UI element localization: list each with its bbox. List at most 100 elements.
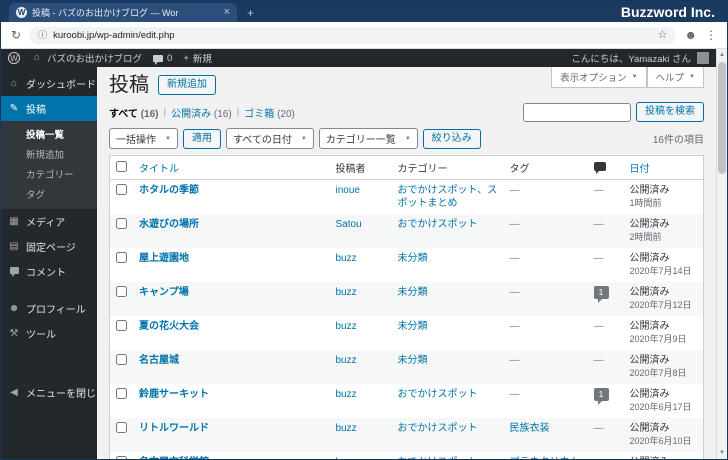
select-all-checkbox[interactable] bbox=[116, 160, 127, 172]
post-date: 2020年7月8日 bbox=[629, 368, 687, 378]
row-checkbox[interactable] bbox=[116, 320, 127, 331]
screen-options-button[interactable]: 表示オプション ▼ bbox=[551, 67, 647, 88]
author-link[interactable]: buzz bbox=[336, 321, 357, 332]
sidebar-item-profile[interactable]: ☻ プロフィール bbox=[1, 296, 97, 321]
post-title-link[interactable]: リトルワールド bbox=[139, 423, 209, 434]
apply-button[interactable]: 適用 bbox=[182, 128, 221, 149]
adminbar-comments-link[interactable]: 0 bbox=[153, 53, 172, 65]
author-link[interactable]: buzz bbox=[336, 389, 357, 400]
submenu-add-new[interactable]: 新規追加 bbox=[1, 144, 97, 164]
site-info-icon[interactable]: ⓘ bbox=[38, 30, 47, 40]
author-link[interactable]: buzz bbox=[336, 355, 357, 366]
view-all-link[interactable]: すべて (16) bbox=[109, 105, 158, 120]
address-bar[interactable]: ⓘ kuroobi.jp/wp-admin/edit.php ☆ bbox=[29, 26, 677, 44]
post-title-link[interactable]: 夏の花火大会 bbox=[139, 321, 199, 332]
post-title-link[interactable]: ホタルの季節 bbox=[139, 185, 199, 196]
submenu-all-posts[interactable]: 投稿一覧 bbox=[1, 124, 97, 144]
scrollbar-thumb[interactable] bbox=[718, 62, 726, 174]
browser-tab[interactable]: W 投稿 - バズのお出かけブログ — Wor × bbox=[9, 3, 237, 22]
category-link[interactable]: 未分類 bbox=[398, 355, 428, 366]
post-title-link[interactable]: 名古屋城 bbox=[139, 355, 179, 366]
date-filter-select[interactable]: すべての日付 ▼ bbox=[225, 128, 314, 149]
category-link[interactable]: おでかけスポット、スポットまとめ bbox=[398, 185, 498, 209]
sort-date-header[interactable]: 日付 bbox=[630, 164, 650, 175]
submenu-tags[interactable]: タグ bbox=[1, 184, 97, 204]
view-published-link[interactable]: 公開済み (16) bbox=[171, 105, 232, 120]
post-title-link[interactable]: 水遊びの場所 bbox=[139, 219, 199, 230]
category-link[interactable]: 未分類 bbox=[398, 287, 428, 298]
tag-link[interactable]: プラネタリウム bbox=[510, 457, 580, 459]
posts-submenu: 投稿一覧 新規追加 カテゴリー タグ bbox=[1, 121, 97, 209]
bulk-action-select[interactable]: 一括操作 ▼ bbox=[109, 128, 178, 149]
author-link[interactable]: Satou bbox=[336, 219, 362, 230]
category-link[interactable]: 未分類 bbox=[398, 321, 428, 332]
tab-close-icon[interactable]: × bbox=[224, 7, 230, 18]
sidebar-label-tools: ツール bbox=[26, 330, 56, 341]
author-link[interactable]: buzz bbox=[336, 457, 357, 459]
category-filter-select[interactable]: カテゴリー一覧 ▼ bbox=[318, 128, 418, 149]
sidebar-collapse-menu[interactable]: ◀ メニューを閉じる bbox=[1, 380, 97, 405]
submenu-categories[interactable]: カテゴリー bbox=[1, 164, 97, 184]
author-link[interactable]: buzz bbox=[336, 423, 357, 434]
adminbar-new-label: 新規 bbox=[192, 54, 212, 65]
browser-profile-icon[interactable]: ☻ bbox=[684, 29, 697, 41]
post-title-link[interactable]: 鈴鹿サーキット bbox=[139, 389, 209, 400]
sidebar-item-pages[interactable]: ▤ 固定ページ bbox=[1, 234, 97, 259]
category-link[interactable]: おでかけスポット bbox=[398, 457, 478, 459]
post-title-link[interactable]: キャンプ場 bbox=[139, 287, 189, 298]
adminbar-greeting[interactable]: こんにちは、Yamazaki さん bbox=[571, 51, 691, 65]
sidebar-item-comments[interactable]: コメント bbox=[1, 259, 97, 284]
view-filters: すべて (16) | 公開済み (16) | ゴミ箱 (20) bbox=[109, 105, 295, 120]
post-title-link[interactable]: 名古屋市科学館 bbox=[139, 457, 209, 459]
bookmark-star-icon[interactable]: ☆ bbox=[657, 29, 667, 41]
sidebar-item-tools[interactable]: ⚒ ツール bbox=[1, 321, 97, 346]
filter-button[interactable]: 絞り込み bbox=[422, 128, 481, 149]
comments-dash: — bbox=[593, 423, 604, 434]
row-checkbox[interactable] bbox=[116, 286, 127, 297]
author-link[interactable]: buzz bbox=[336, 253, 357, 264]
adminbar-new-link[interactable]: + 新規 bbox=[183, 51, 212, 66]
scroll-down-icon[interactable]: ▼ bbox=[719, 450, 725, 456]
tags-dash: — bbox=[509, 355, 520, 366]
category-link[interactable]: おでかけスポット bbox=[398, 389, 478, 400]
sidebar-item-posts[interactable]: ✎ 投稿 bbox=[1, 96, 97, 121]
category-link[interactable]: おでかけスポット bbox=[398, 423, 478, 434]
posts-table: タイトル 投稿者 カテゴリー タグ 日付 ホタルの季節 inoue おでかけスポ… bbox=[109, 155, 704, 459]
scrollbar[interactable]: ▲ ▼ bbox=[716, 49, 727, 459]
reload-icon[interactable]: ↻ bbox=[11, 29, 21, 41]
comment-count-bubble[interactable]: 1 bbox=[593, 388, 609, 406]
row-checkbox[interactable] bbox=[116, 422, 127, 433]
row-checkbox[interactable] bbox=[116, 388, 127, 399]
sidebar-item-dashboard[interactable]: ⌂ ダッシュボード bbox=[1, 71, 97, 96]
search-posts-button[interactable]: 投稿を検索 bbox=[636, 102, 704, 122]
comments-icon bbox=[8, 266, 20, 277]
new-tab-button[interactable]: + bbox=[247, 7, 254, 19]
sidebar-item-media[interactable]: ▦ メディア bbox=[1, 209, 97, 234]
post-title-link[interactable]: 屋上遊園地 bbox=[139, 253, 189, 264]
row-checkbox[interactable] bbox=[116, 184, 127, 195]
sort-title-header[interactable]: タイトル bbox=[139, 164, 179, 175]
row-checkbox[interactable] bbox=[116, 252, 127, 263]
row-checkbox[interactable] bbox=[116, 218, 127, 229]
author-link[interactable]: inoue bbox=[336, 185, 360, 196]
scroll-up-icon[interactable]: ▲ bbox=[719, 52, 725, 58]
row-checkbox[interactable] bbox=[116, 456, 127, 459]
help-button[interactable]: ヘルプ ▼ bbox=[646, 67, 704, 88]
browser-menu-kebab-icon[interactable]: ⋮ bbox=[705, 29, 717, 41]
view-trash-link[interactable]: ゴミ箱 (20) bbox=[244, 105, 295, 120]
wp-admin-bar: W ⌂ バズのお出かけブログ 0 + 新規 こんにちは、Yamazaki さん bbox=[1, 49, 716, 67]
dashboard-icon: ⌂ bbox=[10, 77, 18, 89]
author-link[interactable]: buzz bbox=[336, 287, 357, 298]
tag-link[interactable]: 民族衣装 bbox=[510, 423, 550, 434]
chevron-down-icon: ▼ bbox=[300, 135, 307, 142]
category-link[interactable]: おでかけスポット bbox=[398, 219, 478, 230]
adminbar-site-link[interactable]: ⌂ バズのお出かけブログ bbox=[31, 51, 142, 66]
comment-count-bubble[interactable]: 1 bbox=[593, 286, 609, 304]
wp-logo-icon[interactable]: W bbox=[8, 52, 20, 64]
post-status: 公開済み bbox=[629, 287, 670, 298]
add-new-button[interactable]: 新規追加 bbox=[158, 75, 216, 95]
search-input[interactable] bbox=[523, 102, 631, 122]
sidebar-label-comments: コメント bbox=[26, 268, 66, 279]
row-checkbox[interactable] bbox=[116, 354, 127, 365]
category-link[interactable]: 未分類 bbox=[398, 253, 428, 264]
